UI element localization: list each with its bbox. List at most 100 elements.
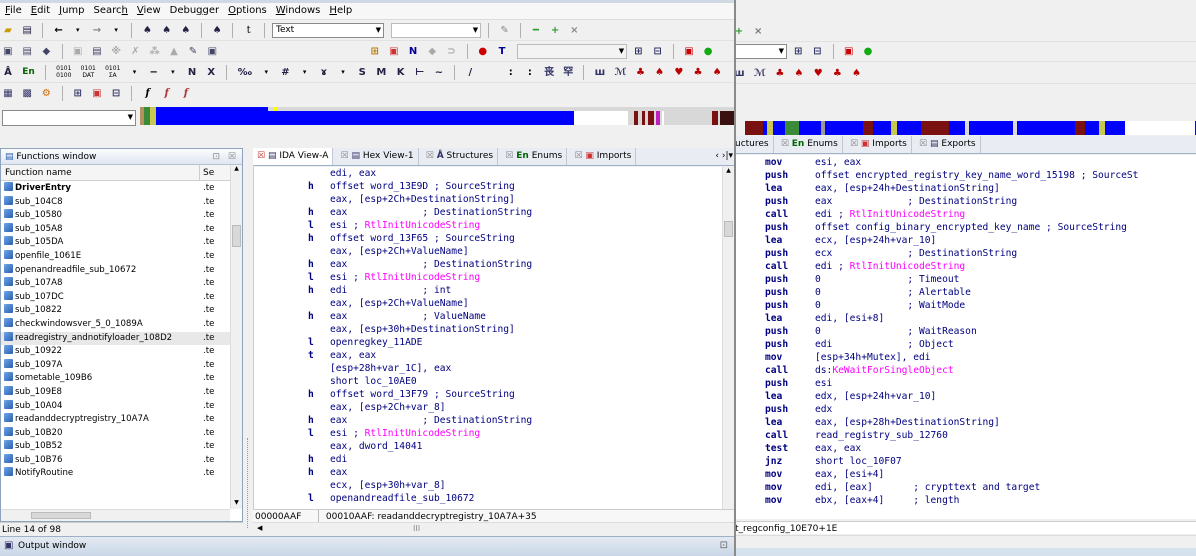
code-line[interactable]: mov esi, eax <box>731 156 1196 169</box>
back-arrow-icon[interactable]: ← <box>52 23 66 38</box>
tab-enums[interactable]: ☒ En Enums <box>501 148 568 165</box>
code-line[interactable]: push eax ; DestinationString <box>731 195 1196 208</box>
function-f-add-icon[interactable]: f <box>160 86 174 101</box>
back-hscroll[interactable] <box>731 535 1196 547</box>
calc-icon[interactable]: ▦ <box>1 86 15 101</box>
data-icon[interactable]: ▤ <box>20 44 34 59</box>
code-line[interactable]: h eax ; DestinationString <box>254 414 722 427</box>
diamond-icon[interactable]: ◆ <box>39 44 53 59</box>
function-f-edit-icon[interactable]: f <box>179 86 193 101</box>
dropdown-icon-5[interactable]: ▾ <box>336 65 350 80</box>
code-line[interactable]: mov ebx, [eax+4] ; length <box>731 494 1196 507</box>
run-icon[interactable]: ● <box>701 44 715 59</box>
function-row[interactable]: sub_10B52 .te <box>1 440 230 454</box>
names-icon[interactable]: ♣ <box>830 66 844 81</box>
function-row[interactable]: sub_10B20 .te <box>1 426 230 441</box>
code-line[interactable]: push 0 ; Alertable <box>731 286 1196 299</box>
undefine-x-icon[interactable]: X <box>204 65 218 80</box>
function-row[interactable]: sub_10B76 .te <box>1 453 230 468</box>
run-icon[interactable]: ● <box>861 44 875 59</box>
tab-back-structures[interactable]: uctures <box>731 136 774 153</box>
code-line[interactable]: push 0 ; WaitMode <box>731 299 1196 312</box>
tab-back-enums[interactable]: ☒ En Enums <box>777 136 843 153</box>
code-line[interactable]: l esi ; RtlInitUnicodeString <box>254 271 722 284</box>
code-line[interactable]: mov eax, [esi+4] <box>731 468 1196 481</box>
code-line[interactable]: push esi <box>731 377 1196 390</box>
menu-jump[interactable]: Jump <box>54 3 88 16</box>
struct-k-icon[interactable]: K <box>394 65 408 80</box>
code-line[interactable]: l openregkey_11ADE <box>254 336 722 349</box>
function-row[interactable]: sub_104C8 .te <box>1 195 230 210</box>
struct-icon[interactable]: ♣ <box>633 65 647 80</box>
code-line[interactable]: short loc_10AE0 <box>254 375 722 388</box>
names-icon[interactable]: ▣ <box>387 44 401 59</box>
back-disassembly-view[interactable]: mov esi, eax push offset encrypted_registry… <box>731 155 1196 519</box>
code-line[interactable]: push offset encrypted_registry_key_name_w… <box>731 169 1196 182</box>
hex-view-icon-2[interactable]: ℳ <box>612 65 628 80</box>
function-row[interactable]: sub_105A8 .te <box>1 222 230 237</box>
dropdown-icon-4[interactable]: ▾ <box>298 65 312 80</box>
function-f-icon[interactable]: f <box>141 86 155 101</box>
bitwise-icon[interactable]: ~ <box>432 65 446 80</box>
code-line[interactable]: edi, eax <box>254 167 722 180</box>
scroll-down-icon[interactable]: ▼ <box>231 499 242 509</box>
functions-hscroll[interactable] <box>1 509 230 521</box>
code-line[interactable]: mov edi, [eax] ; crypttext and target <box>731 481 1196 494</box>
back-navigation-band[interactable] <box>745 121 1196 135</box>
strings-icon[interactable]: ♠ <box>710 65 724 80</box>
function-row[interactable]: readregistry_andnotifyloader_108D2 .te <box>1 331 230 346</box>
edit-icon[interactable]: ✎ <box>498 23 512 38</box>
restore-icon[interactable]: ⊡ <box>212 149 220 165</box>
navigation-band[interactable] <box>140 107 736 125</box>
code-line[interactable]: eax, dword_14041 <box>254 440 722 453</box>
script-icon[interactable]: ⊞ <box>71 86 85 101</box>
manual-icon[interactable]: / <box>463 65 477 80</box>
dropdown-icon-2[interactable]: ▾ <box>166 65 180 80</box>
menu-search[interactable]: Search <box>89 3 132 16</box>
ida-view-scroll-thumb[interactable] <box>724 221 733 237</box>
hex-view-icon[interactable]: ▤ <box>90 44 104 59</box>
close-icon[interactable]: ☒ <box>228 149 236 165</box>
close-icon[interactable]: × <box>751 24 765 39</box>
code-line[interactable]: ecx, [esp+30h+var_8] <box>254 479 722 492</box>
xref-icon[interactable]: ♥ <box>811 66 825 81</box>
code-line[interactable]: eax, [esp+2Ch+ValueName] <box>254 297 722 310</box>
code-line[interactable]: [esp+28h+var_1C], eax <box>254 362 722 375</box>
menu-windows[interactable]: Windows <box>271 3 325 16</box>
code-line[interactable]: push offset config_binary_encrypted_key_n… <box>731 221 1196 234</box>
code-line[interactable]: call ds:KeWaitForSingleObject <box>731 364 1196 377</box>
ida-view-vscroll[interactable]: ▲ <box>722 167 734 509</box>
text-icon[interactable]: t <box>242 23 256 38</box>
tab-structures[interactable]: ☒ Å Structures <box>422 148 499 165</box>
struct-var-icon[interactable]: ⁂ <box>148 44 162 59</box>
name-n-icon[interactable]: N <box>185 65 199 80</box>
code-line[interactable]: call read_registry_sub_12760 <box>731 429 1196 442</box>
segment-icon[interactable]: ▣ <box>205 44 219 59</box>
debug-icon[interactable]: ▣ <box>842 44 856 59</box>
colon-icon[interactable]: : <box>504 65 518 80</box>
segment-reg-icon[interactable]: 罕 <box>561 65 575 80</box>
function-row[interactable]: sub_107A8 .te <box>1 277 230 291</box>
code-line[interactable]: l openandreadfile_sub_10672 <box>254 492 722 505</box>
menu-debugger[interactable]: Debugger <box>165 3 224 16</box>
sign-icon[interactable]: ɤ <box>317 65 331 80</box>
back-segment-combo[interactable]: ▼ <box>731 44 787 59</box>
ascii-a-icon[interactable]: Å <box>1 65 15 80</box>
code-icon[interactable]: ▣ <box>1 44 15 59</box>
functions-vscroll[interactable]: ▲ ▼ <box>230 165 242 509</box>
code-line[interactable]: mov [esp+34h+Mutex], edi <box>731 351 1196 364</box>
scroll-up-icon[interactable]: ▲ <box>231 165 242 175</box>
negate-icon[interactable]: ⊢ <box>413 65 427 80</box>
code-line[interactable]: call edi ; RtlInitUnicodeString <box>731 260 1196 273</box>
debug-icon[interactable]: ▣ <box>682 44 696 59</box>
functions-scroll-thumb[interactable] <box>232 225 241 247</box>
local-types-icon[interactable]: ▣ <box>90 86 104 101</box>
strings-icon[interactable]: ♠ <box>850 66 864 81</box>
dropdown-icon[interactable]: ▾ <box>128 65 142 80</box>
function-row[interactable]: NotifyRoutine .te <box>1 467 230 481</box>
scroll-up-icon[interactable]: ▲ <box>723 167 734 177</box>
plus-icon[interactable]: + <box>548 23 562 38</box>
tab-imports[interactable]: ☒ ▣ Imports <box>570 148 637 165</box>
pencil-icon[interactable]: ✎ <box>186 44 200 59</box>
menu-help[interactable]: Help <box>324 3 356 16</box>
